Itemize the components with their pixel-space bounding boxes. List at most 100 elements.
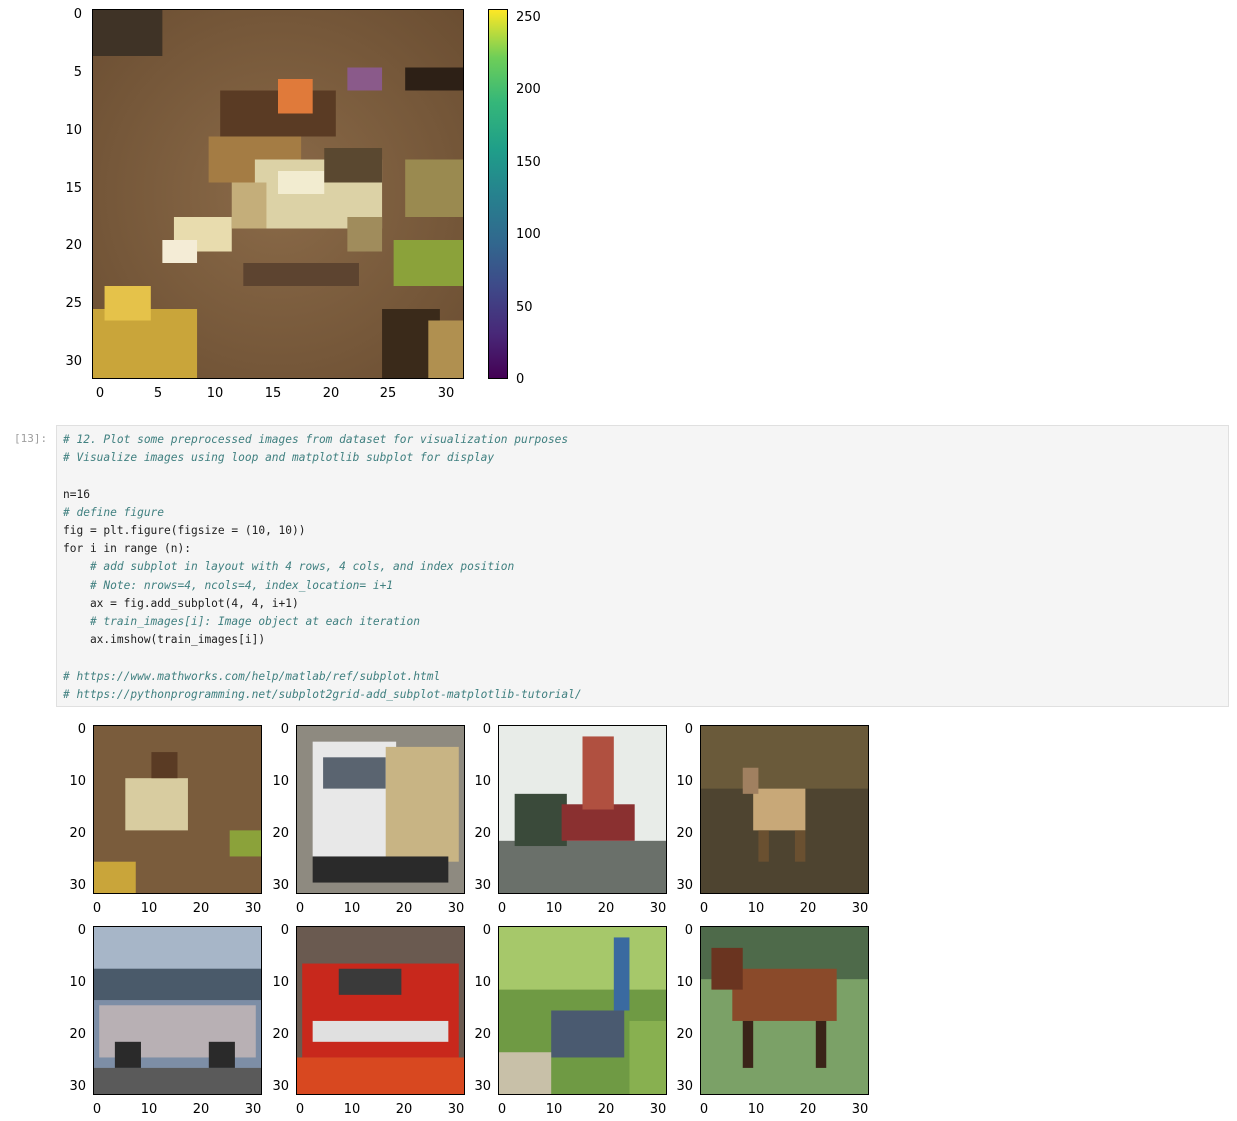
x-tick: 15 xyxy=(264,386,282,401)
frog-image-plot xyxy=(92,9,464,379)
y-tick: 20 xyxy=(69,826,86,841)
code-line: n=16 xyxy=(63,487,90,501)
colorbar-tick: 50 xyxy=(516,300,533,315)
colorbar-tick: 200 xyxy=(516,82,541,97)
y-tick: 20 xyxy=(65,238,82,253)
colorbar-tick: 250 xyxy=(516,10,541,25)
horse-image xyxy=(701,927,868,1094)
y-tick: 0 xyxy=(684,722,693,737)
y-tick: 20 xyxy=(272,1027,289,1042)
x-tick: 30 xyxy=(851,901,869,916)
red-car-image xyxy=(297,927,464,1094)
colorbar xyxy=(488,9,508,379)
x-tick: 20 xyxy=(799,1102,817,1117)
y-tick: 20 xyxy=(474,1027,491,1042)
y-tick: 0 xyxy=(280,923,289,938)
x-tick: 10 xyxy=(206,386,224,401)
subplot-4 xyxy=(700,725,869,894)
y-tick: 0 xyxy=(77,923,86,938)
frog-image xyxy=(94,726,261,893)
x-tick: 0 xyxy=(295,1102,305,1117)
y-tick: 30 xyxy=(69,1079,86,1094)
y-tick: 10 xyxy=(676,975,693,990)
x-tick: 10 xyxy=(140,1102,158,1117)
y-tick: 30 xyxy=(69,878,86,893)
y-tick: 30 xyxy=(272,878,289,893)
code-cell[interactable]: # 12. Plot some preprocessed images from… xyxy=(56,425,1229,707)
x-tick: 0 xyxy=(699,1102,709,1117)
x-tick: 20 xyxy=(395,1102,413,1117)
x-tick: 0 xyxy=(295,901,305,916)
subplot-7 xyxy=(498,926,667,1095)
y-tick: 5 xyxy=(73,65,82,80)
code-line: # Note: nrows=4, ncols=4, index_location… xyxy=(63,578,394,592)
y-tick: 10 xyxy=(272,774,289,789)
subplot-1 xyxy=(93,725,262,894)
dump-truck-image xyxy=(499,726,666,893)
code-line: # https://pythonprogramming.net/subplot2… xyxy=(63,687,582,701)
y-tick: 30 xyxy=(676,878,693,893)
x-tick: 30 xyxy=(244,901,262,916)
colorbar-tick: 0 xyxy=(516,372,525,387)
x-tick: 20 xyxy=(597,901,615,916)
y-tick: 10 xyxy=(676,774,693,789)
y-tick: 20 xyxy=(474,826,491,841)
y-tick: 20 xyxy=(69,1027,86,1042)
x-tick: 20 xyxy=(395,901,413,916)
truck-image xyxy=(297,726,464,893)
y-tick: 20 xyxy=(676,826,693,841)
bird-image xyxy=(499,927,666,1094)
x-tick: 30 xyxy=(649,901,667,916)
code-editor[interactable]: # 12. Plot some preprocessed images from… xyxy=(57,426,1228,709)
deer-image xyxy=(701,726,868,893)
x-tick: 10 xyxy=(747,901,765,916)
code-line: for i in range (n): xyxy=(63,542,191,556)
x-tick: 10 xyxy=(140,901,158,916)
code-line: ax = fig.add_subplot(4, 4, i+1) xyxy=(63,596,299,610)
x-tick: 10 xyxy=(545,1102,563,1117)
x-tick: 0 xyxy=(92,1102,102,1117)
y-tick: 25 xyxy=(65,296,82,311)
subplot-3 xyxy=(498,725,667,894)
y-tick: 0 xyxy=(77,722,86,737)
x-tick: 0 xyxy=(95,386,105,401)
x-tick: 20 xyxy=(192,901,210,916)
x-tick: 10 xyxy=(343,901,361,916)
y-tick: 30 xyxy=(474,1079,491,1094)
x-tick: 30 xyxy=(437,386,455,401)
x-tick: 0 xyxy=(699,901,709,916)
subplot-6 xyxy=(296,926,465,1095)
subplot-8 xyxy=(700,926,869,1095)
y-tick: 30 xyxy=(272,1079,289,1094)
y-tick: 0 xyxy=(684,923,693,938)
x-tick: 10 xyxy=(747,1102,765,1117)
code-line: # add subplot in layout with 4 rows, 4 c… xyxy=(63,560,515,574)
y-tick: 0 xyxy=(73,7,82,22)
y-tick: 0 xyxy=(482,923,491,938)
y-tick: 30 xyxy=(474,878,491,893)
x-tick: 10 xyxy=(343,1102,361,1117)
y-tick: 0 xyxy=(280,722,289,737)
y-tick: 30 xyxy=(65,354,82,369)
y-tick: 30 xyxy=(676,1079,693,1094)
x-tick: 20 xyxy=(597,1102,615,1117)
y-tick: 20 xyxy=(272,826,289,841)
colorbar-tick: 100 xyxy=(516,227,541,242)
y-tick: 10 xyxy=(272,975,289,990)
y-tick: 10 xyxy=(69,774,86,789)
x-tick: 5 xyxy=(153,386,163,401)
y-tick: 0 xyxy=(482,722,491,737)
x-tick: 20 xyxy=(799,901,817,916)
x-tick: 30 xyxy=(447,901,465,916)
subplot-2 xyxy=(296,725,465,894)
code-line: # train_images[i]: Image object at each … xyxy=(63,615,420,629)
colorbar-tick: 150 xyxy=(516,155,541,170)
code-line: # Visualize images using loop and matplo… xyxy=(63,451,495,465)
x-tick: 0 xyxy=(497,1102,507,1117)
x-tick: 30 xyxy=(447,1102,465,1117)
code-line: fig = plt.figure(figsize = (10, 10)) xyxy=(63,524,306,538)
code-line: ax.imshow(train_images[i]) xyxy=(63,633,266,647)
code-line: # https://www.mathworks.com/help/matlab/… xyxy=(63,669,441,683)
x-tick: 0 xyxy=(92,901,102,916)
x-tick: 10 xyxy=(545,901,563,916)
